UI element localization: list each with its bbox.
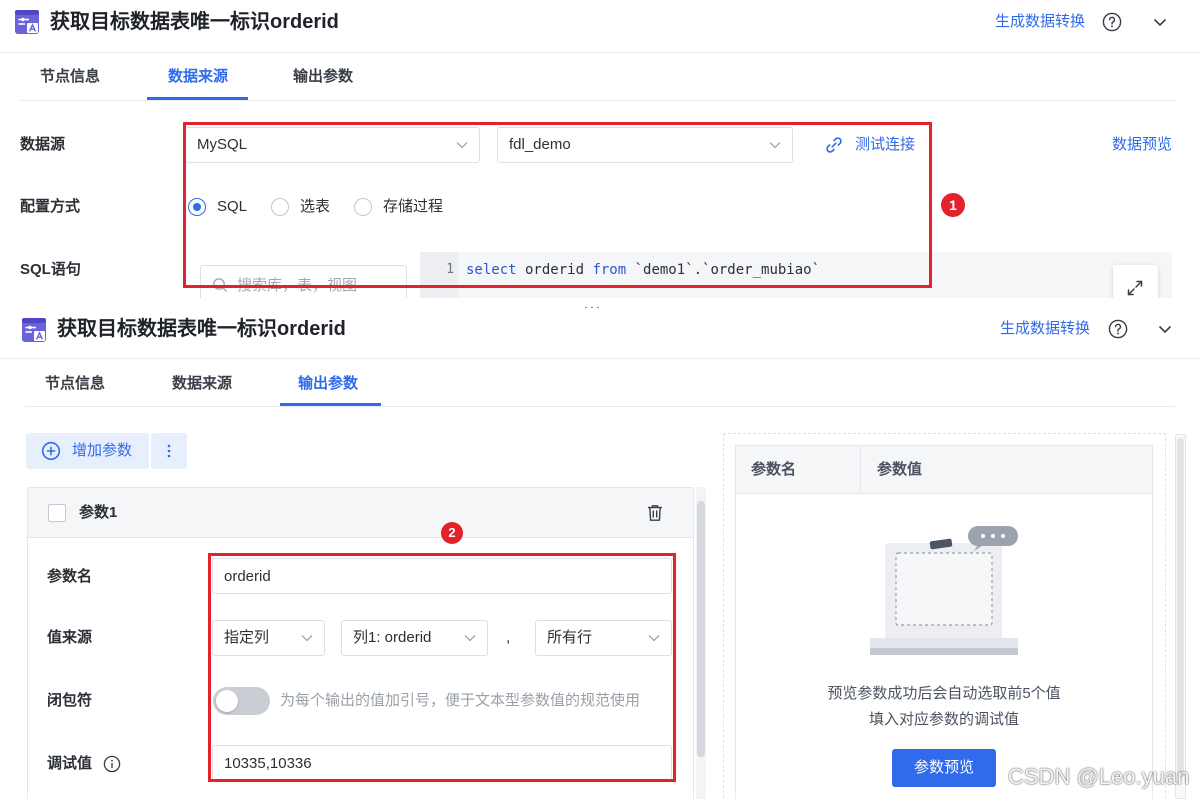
toggle-knob [216, 690, 238, 712]
test-connection-link[interactable]: 测试连接 [855, 135, 915, 155]
tab-output-params[interactable]: 输出参数 [293, 67, 353, 87]
help-icon[interactable] [1102, 12, 1122, 32]
code-token: from [592, 262, 627, 278]
expand-icon [1127, 280, 1143, 296]
active-tab-indicator [147, 97, 248, 100]
tab-data-source[interactable]: 数据来源 [172, 374, 232, 394]
datasource-label: 数据源 [20, 136, 66, 153]
tab-output-params[interactable]: 输出参数 [298, 374, 358, 394]
bottom-screenshot-panel: 获取目标数据表唯一标识orderid 生成数据转换 节点信息 数据来源 输出参数… [0, 308, 1200, 799]
radio-stored-procedure-label[interactable]: 存储过程 [383, 197, 443, 217]
db-name-value: fdl_demo [509, 136, 571, 153]
table-search-input[interactable] [200, 265, 407, 298]
tab-node-info[interactable]: 节点信息 [45, 374, 105, 394]
annotation-marker-2: 2 [441, 522, 463, 544]
column-param-name: 参数名 [751, 461, 797, 478]
generate-transform-link[interactable]: 生成数据转换 [1000, 319, 1090, 339]
link-icon[interactable] [825, 136, 843, 154]
param-card-title: 参数1 [79, 504, 118, 521]
wrap-char-toggle[interactable] [213, 687, 270, 715]
radio-stored-procedure[interactable] [354, 198, 372, 216]
config-mode-label: 配置方式 [20, 198, 81, 215]
radio-sql[interactable] [188, 198, 206, 216]
top-screenshot-panel: 获取目标数据表唯一标识orderid 生成数据转换 节点信息 数据来源 输出参数… [0, 0, 1200, 298]
add-circle-icon [41, 441, 61, 461]
empty-hint-line-2: 填入对应参数的调试值 [868, 711, 1019, 728]
empty-preview-illustration [870, 526, 1018, 655]
source-column-select[interactable]: 列1: orderid [341, 620, 488, 656]
source-separator: , [506, 629, 511, 646]
source-rows-value: 所有行 [547, 629, 593, 646]
page-scrollbar[interactable] [1175, 434, 1186, 799]
chevron-down-icon[interactable] [1152, 14, 1168, 30]
info-icon[interactable] [103, 755, 121, 773]
preview-table-header [736, 446, 1152, 494]
source-type-value: 指定列 [224, 629, 270, 646]
wrap-char-label: 闭包符 [47, 692, 93, 709]
column-divider [860, 446, 861, 494]
add-param-button[interactable]: 增加参数 [26, 433, 149, 469]
tab-bar-line [25, 406, 1175, 407]
param-preview-button[interactable]: 参数预览 [892, 749, 996, 787]
sql-code-line[interactable]: select orderid from `demo1`.`order_mubia… [466, 261, 820, 279]
sql-statement-label: SQL语句 [20, 261, 81, 278]
db-name-select[interactable]: fdl_demo [497, 127, 793, 163]
chevron-down-icon[interactable] [1157, 321, 1173, 337]
param-name-input[interactable] [212, 558, 672, 594]
param-name-label: 参数名 [47, 568, 93, 585]
db-type-value: MySQL [197, 136, 248, 153]
code-token: select [466, 262, 517, 278]
param-select-checkbox[interactable] [48, 504, 66, 522]
wrap-char-hint: 为每个输出的值加引号，便于文本型参数值的规范使用 [280, 692, 641, 709]
chevron-down-icon [301, 635, 313, 642]
value-source-label: 值来源 [47, 629, 93, 646]
radio-select-table-label[interactable]: 选表 [300, 197, 330, 217]
node-type-icon [15, 10, 39, 34]
add-param-label: 增加参数 [72, 442, 133, 459]
active-tab-indicator [280, 403, 381, 406]
generate-transform-link[interactable]: 生成数据转换 [995, 12, 1085, 32]
annotation-marker-1: 1 [941, 193, 965, 217]
scrollbar-thumb[interactable] [1177, 438, 1184, 778]
source-type-select[interactable]: 指定列 [212, 620, 325, 656]
db-type-select[interactable]: MySQL [185, 127, 480, 163]
tab-bar-line [20, 100, 1175, 101]
chevron-down-icon [648, 635, 660, 642]
scrollbar-thumb[interactable] [697, 501, 705, 757]
debug-value-input[interactable] [212, 745, 672, 781]
chevron-down-icon [456, 142, 468, 149]
code-token: `demo1`.`order_mubiao` [626, 262, 821, 278]
more-options-button[interactable] [151, 433, 187, 469]
trash-icon[interactable] [645, 503, 665, 523]
chevron-down-icon [769, 142, 781, 149]
chevron-down-icon [464, 635, 476, 642]
help-icon[interactable] [1108, 319, 1128, 339]
param-list-scrollbar[interactable] [696, 487, 706, 799]
more-vertical-icon [167, 444, 171, 458]
debug-value-label: 调试值 [47, 755, 93, 772]
code-token: orderid [516, 262, 593, 278]
tab-data-source[interactable]: 数据来源 [168, 67, 228, 87]
drag-handle-icon[interactable] [583, 299, 601, 310]
line-number: 1 [446, 262, 454, 277]
header-divider [0, 52, 1200, 53]
header-divider [0, 358, 1200, 359]
param-card-header [28, 488, 693, 538]
expand-editor-button[interactable] [1113, 265, 1158, 298]
radio-select-table[interactable] [271, 198, 289, 216]
csdn-watermark: CSDN @Leo.yuan [1008, 764, 1190, 789]
empty-hint-line-1: 预览参数成功后会自动选取前5个值 [827, 685, 1061, 702]
node-title: 获取目标数据表唯一标识orderid [57, 318, 346, 340]
search-icon [212, 277, 228, 293]
node-title: 获取目标数据表唯一标识orderid [50, 11, 339, 33]
radio-sql-label[interactable]: SQL [217, 197, 247, 217]
data-preview-link[interactable]: 数据预览 [1112, 135, 1172, 155]
source-column-value: 列1: orderid [353, 629, 432, 646]
source-rows-select[interactable]: 所有行 [535, 620, 672, 656]
tab-node-info[interactable]: 节点信息 [40, 67, 100, 87]
column-param-value: 参数值 [877, 461, 923, 478]
node-type-icon [22, 318, 46, 342]
